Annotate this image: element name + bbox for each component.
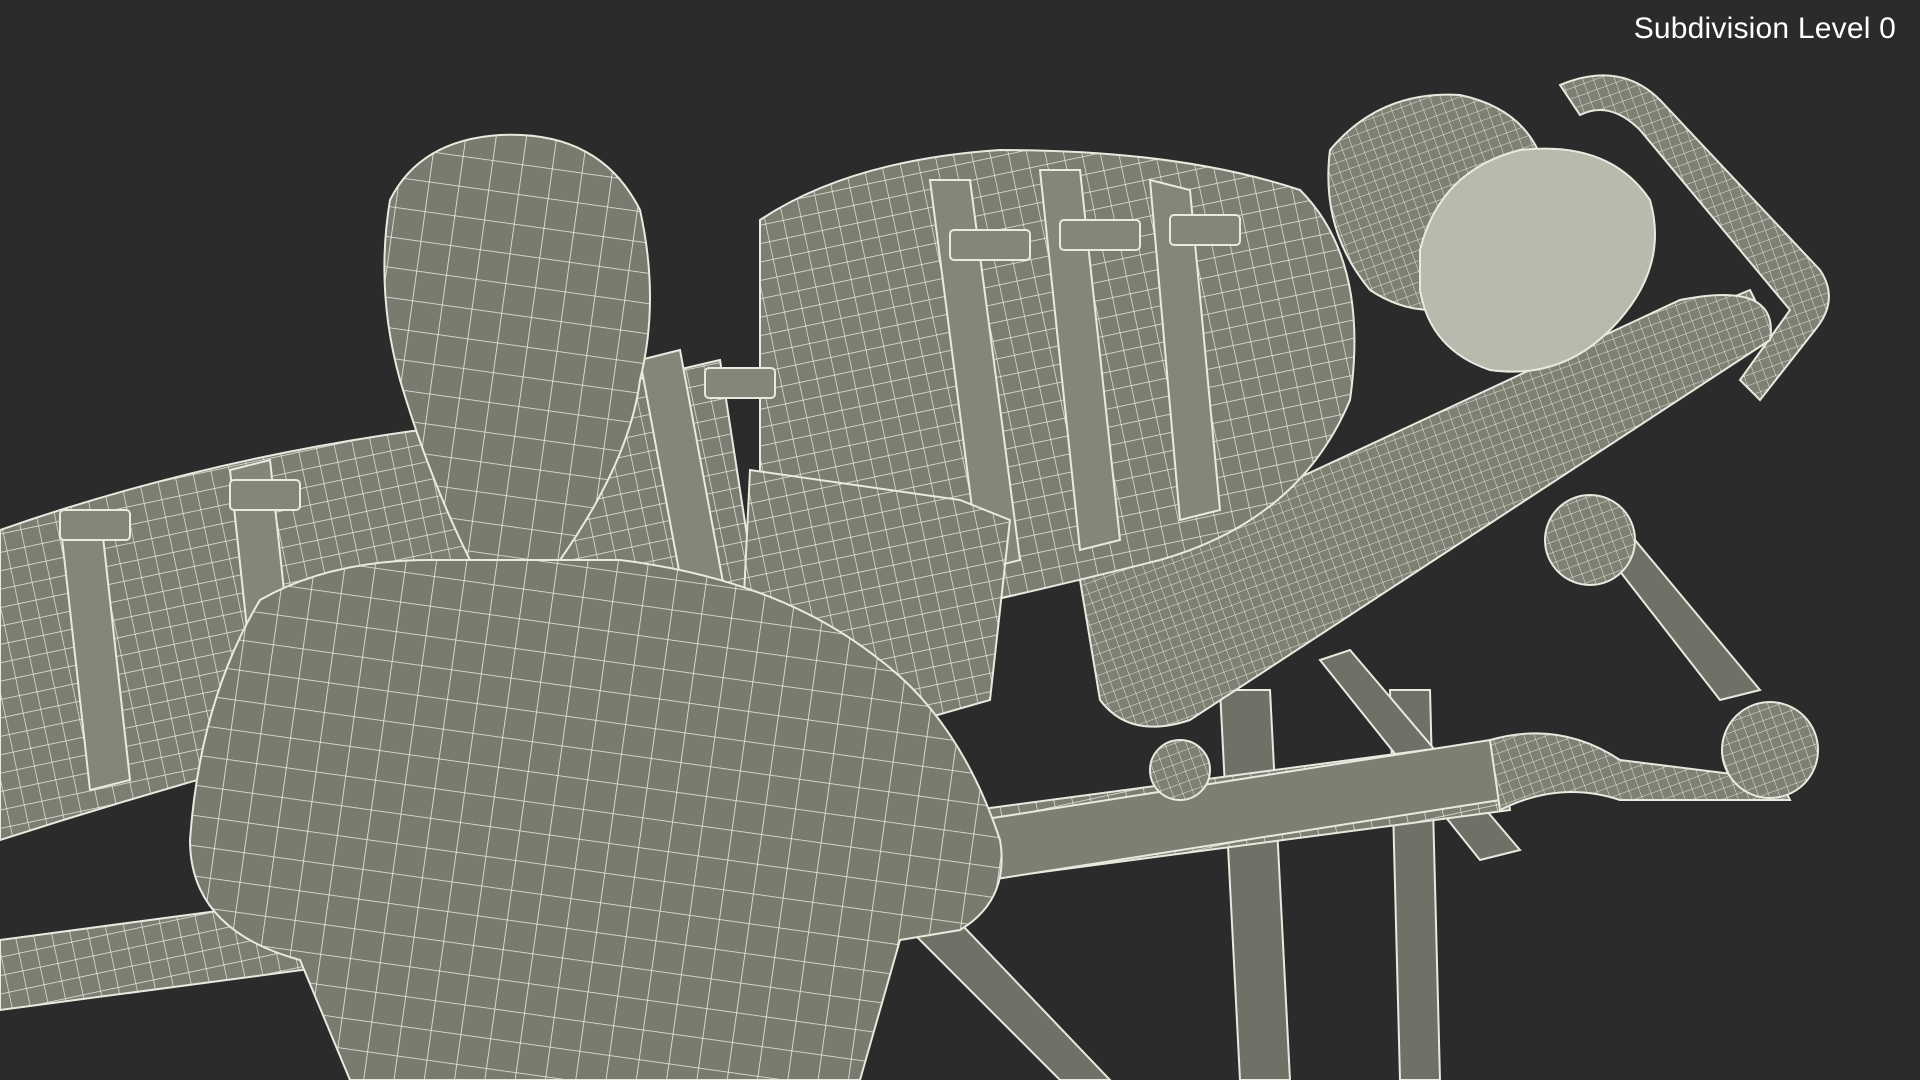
render-viewport: Subdivision Level 0 (0, 0, 1920, 1080)
wireframe-render (0, 74, 1830, 1080)
subdivision-level-label: Subdivision Level 0 (1633, 12, 1896, 45)
